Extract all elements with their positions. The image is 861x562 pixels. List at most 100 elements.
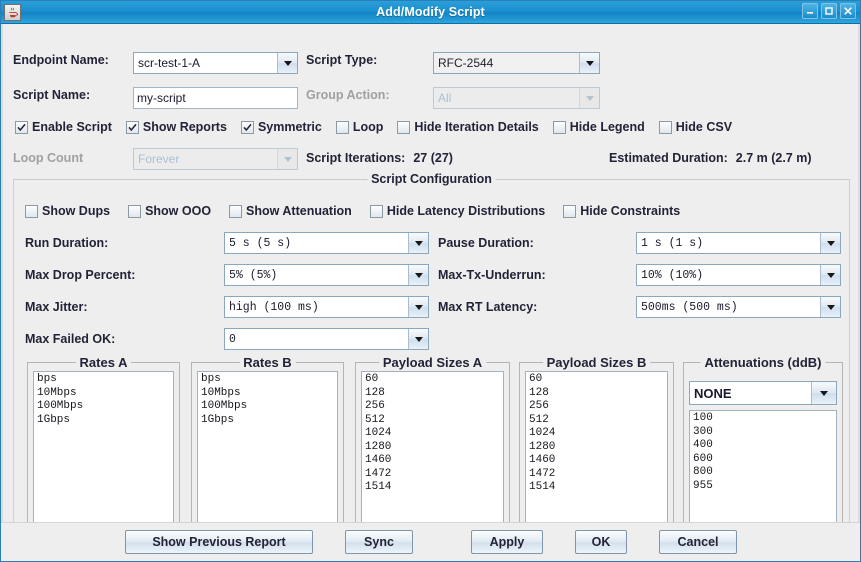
loop-count-row: Loop Count	[13, 151, 83, 165]
checkbox-unchecked-icon	[229, 204, 243, 218]
minimize-button[interactable]	[802, 3, 818, 19]
rates-b-listbox[interactable]: bps 10Mbps 100Mbps 1Gbps	[197, 371, 338, 528]
script-iterations-value: 27 (27)	[413, 151, 453, 165]
list-item[interactable]: 128	[363, 387, 503, 401]
show-previous-report-button[interactable]: Show Previous Report	[125, 530, 313, 554]
list-item[interactable]: 10Mbps	[35, 387, 173, 401]
list-item[interactable]: 1460	[527, 454, 667, 468]
list-item[interactable]: 1472	[527, 468, 667, 482]
list-item[interactable]: 1460	[363, 454, 503, 468]
chevron-down-icon[interactable]	[811, 382, 836, 404]
script-name-value: my-script	[137, 91, 186, 105]
checkbox-unchecked-icon	[552, 120, 566, 134]
close-button[interactable]	[840, 3, 856, 19]
ok-button[interactable]: OK	[575, 530, 627, 554]
chevron-down-icon[interactable]	[408, 329, 428, 349]
chevron-down-icon[interactable]	[820, 297, 840, 317]
checkbox-hide-csv[interactable]: Hide CSV	[658, 120, 732, 134]
endpoint-name-row: Endpoint Name:	[13, 53, 109, 67]
list-item[interactable]: 512	[363, 414, 503, 428]
payload-sizes-a-listbox[interactable]: 60 128 256 512 1024 1280 1460 1472 1514	[361, 371, 504, 528]
list-item[interactable]: 600	[691, 453, 836, 467]
max-rt-latency-combo[interactable]: 500ms (500 ms)	[636, 296, 841, 318]
window-controls	[802, 3, 856, 19]
rates-a-title: Rates A	[75, 355, 132, 370]
chevron-down-icon[interactable]	[820, 233, 840, 253]
list-item[interactable]: 100	[691, 412, 836, 426]
pause-duration-combo[interactable]: 1 s (1 s)	[636, 232, 841, 254]
script-type-combo[interactable]: RFC-2544	[433, 52, 600, 74]
attenuations-listbox[interactable]: 100 300 400 600 800 955	[689, 410, 837, 528]
max-failed-ok-combo[interactable]: 0	[224, 328, 429, 350]
list-item[interactable]: 300	[691, 426, 836, 440]
cancel-button[interactable]: Cancel	[659, 530, 737, 554]
checkbox-label: Symmetric	[257, 120, 322, 134]
max-tx-underrun-combo[interactable]: 10% (10%)	[636, 264, 841, 286]
list-item[interactable]: 60	[363, 373, 503, 387]
script-type-row: Script Type:	[306, 53, 377, 67]
checkbox-hide-legend[interactable]: Hide Legend	[552, 120, 645, 134]
checkbox-unchecked-icon	[563, 204, 577, 218]
list-item[interactable]: 400	[691, 439, 836, 453]
list-item[interactable]: 1514	[363, 481, 503, 495]
list-item[interactable]: 1472	[363, 468, 503, 482]
list-item[interactable]: 1024	[363, 427, 503, 441]
list-item[interactable]: 1Gbps	[199, 414, 337, 428]
chevron-down-icon[interactable]	[408, 265, 428, 285]
list-item[interactable]: 256	[363, 400, 503, 414]
list-item[interactable]: 10Mbps	[199, 387, 337, 401]
endpoint-name-value: scr-test-1-A	[138, 56, 201, 70]
endpoint-name-combo[interactable]: scr-test-1-A	[133, 52, 298, 74]
list-item[interactable]: bps	[35, 373, 173, 387]
list-item[interactable]: 1514	[527, 481, 667, 495]
chevron-down-icon[interactable]	[408, 233, 428, 253]
chevron-down-icon[interactable]	[408, 297, 428, 317]
maximize-button[interactable]	[821, 3, 837, 19]
list-item[interactable]: 1024	[527, 427, 667, 441]
max-drop-percent-label: Max Drop Percent:	[25, 268, 136, 282]
list-item[interactable]: 60	[527, 373, 667, 387]
chevron-down-icon[interactable]	[820, 265, 840, 285]
endpoint-name-label: Endpoint Name:	[13, 53, 109, 67]
list-item[interactable]: 1Gbps	[35, 414, 173, 428]
list-item[interactable]: bps	[199, 373, 337, 387]
script-name-row: Script Name:	[13, 88, 90, 102]
payload-sizes-b-listbox[interactable]: 60 128 256 512 1024 1280 1460 1472 1514	[525, 371, 668, 528]
checkbox-show-ooo[interactable]: Show OOO	[128, 204, 211, 218]
checkbox-hide-constraints[interactable]: Hide Constraints	[563, 204, 680, 218]
run-duration-combo[interactable]: 5 s (5 s)	[224, 232, 429, 254]
list-item[interactable]: 128	[527, 387, 667, 401]
list-item[interactable]: 1280	[363, 441, 503, 455]
list-item[interactable]: 800	[691, 466, 836, 480]
checkbox-symmetric[interactable]: Symmetric	[240, 120, 322, 134]
payload-sizes-a-title: Payload Sizes A	[378, 355, 487, 370]
list-item[interactable]: 1280	[527, 441, 667, 455]
chevron-down-icon[interactable]	[579, 53, 599, 73]
max-drop-percent-combo[interactable]: 5% (5%)	[224, 264, 429, 286]
checkbox-label: Hide Latency Distributions	[386, 204, 546, 218]
list-item[interactable]: 256	[527, 400, 667, 414]
group-action-combo: All	[433, 87, 600, 109]
checkbox-show-attenuation[interactable]: Show Attenuation	[229, 204, 352, 218]
list-item[interactable]: 955	[691, 480, 836, 494]
chevron-down-icon[interactable]	[277, 53, 297, 73]
checkbox-hide-iteration-details[interactable]: Hide Iteration Details	[397, 120, 539, 134]
max-failed-ok-row: Max Failed OK:	[25, 332, 115, 346]
checkbox-enable-script[interactable]: Enable Script	[15, 120, 112, 134]
script-iterations-row: Script Iterations: 27 (27)	[306, 151, 453, 165]
list-item[interactable]: 100Mbps	[35, 400, 173, 414]
rates-a-listbox[interactable]: bps 10Mbps 100Mbps 1Gbps	[33, 371, 174, 528]
checkbox-show-dups[interactable]: Show Dups	[25, 204, 110, 218]
apply-button[interactable]: Apply	[471, 530, 543, 554]
list-item[interactable]: 100Mbps	[199, 400, 337, 414]
top-checkbox-row: Enable Script Show Reports Symmetric Loo…	[15, 120, 732, 134]
attenuations-combo[interactable]: NONE	[689, 381, 837, 405]
checkbox-loop[interactable]: Loop	[335, 120, 383, 134]
sync-button[interactable]: Sync	[345, 530, 413, 554]
max-tx-underrun-value: 10% (10%)	[641, 268, 704, 282]
checkbox-hide-latency-distributions[interactable]: Hide Latency Distributions	[369, 204, 546, 218]
max-jitter-combo[interactable]: high (100 ms)	[224, 296, 429, 318]
list-item[interactable]: 512	[527, 414, 667, 428]
script-name-input[interactable]: my-script	[133, 87, 298, 109]
checkbox-show-reports[interactable]: Show Reports	[125, 120, 227, 134]
